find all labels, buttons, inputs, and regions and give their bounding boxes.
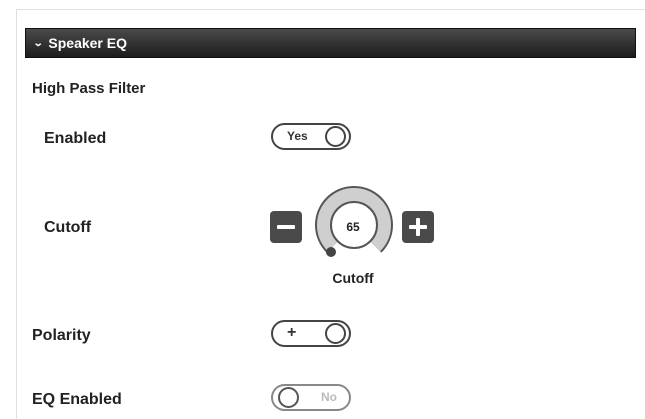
section-title: Speaker EQ (48, 35, 127, 51)
hpf-enabled-toggle[interactable]: Yes (271, 123, 351, 150)
cutoff-knob-value: 65 (346, 220, 360, 234)
minus-icon (277, 225, 295, 229)
section-header-speaker-eq[interactable]: ⌄ Speaker EQ (25, 28, 636, 58)
toggle-knob (278, 387, 299, 408)
panel-left-border (16, 9, 17, 419)
panel-top-border (16, 9, 645, 10)
chevron-down-icon: ⌄ (32, 37, 44, 49)
cutoff-increment-button[interactable] (402, 211, 434, 243)
toggle-knob (325, 323, 346, 344)
polarity-label: Polarity (32, 327, 91, 344)
knob-indicator-dot (326, 247, 336, 257)
eq-enabled-label: EQ Enabled (32, 391, 122, 408)
plus-icon (416, 218, 420, 236)
polarity-toggle-text: + (287, 324, 297, 341)
cutoff-decrement-button[interactable] (270, 211, 302, 243)
eq-enabled-toggle-text: No (321, 390, 337, 404)
enabled-label: Enabled (44, 130, 107, 147)
high-pass-filter-heading: High Pass Filter (32, 80, 146, 97)
cutoff-knob-caption: Cutoff (332, 270, 374, 286)
toggle-knob (325, 126, 346, 147)
cutoff-label: Cutoff (44, 219, 92, 236)
polarity-toggle[interactable]: + (271, 320, 351, 347)
hpf-enabled-toggle-text: Yes (287, 129, 308, 143)
eq-enabled-toggle[interactable]: No (271, 384, 351, 411)
